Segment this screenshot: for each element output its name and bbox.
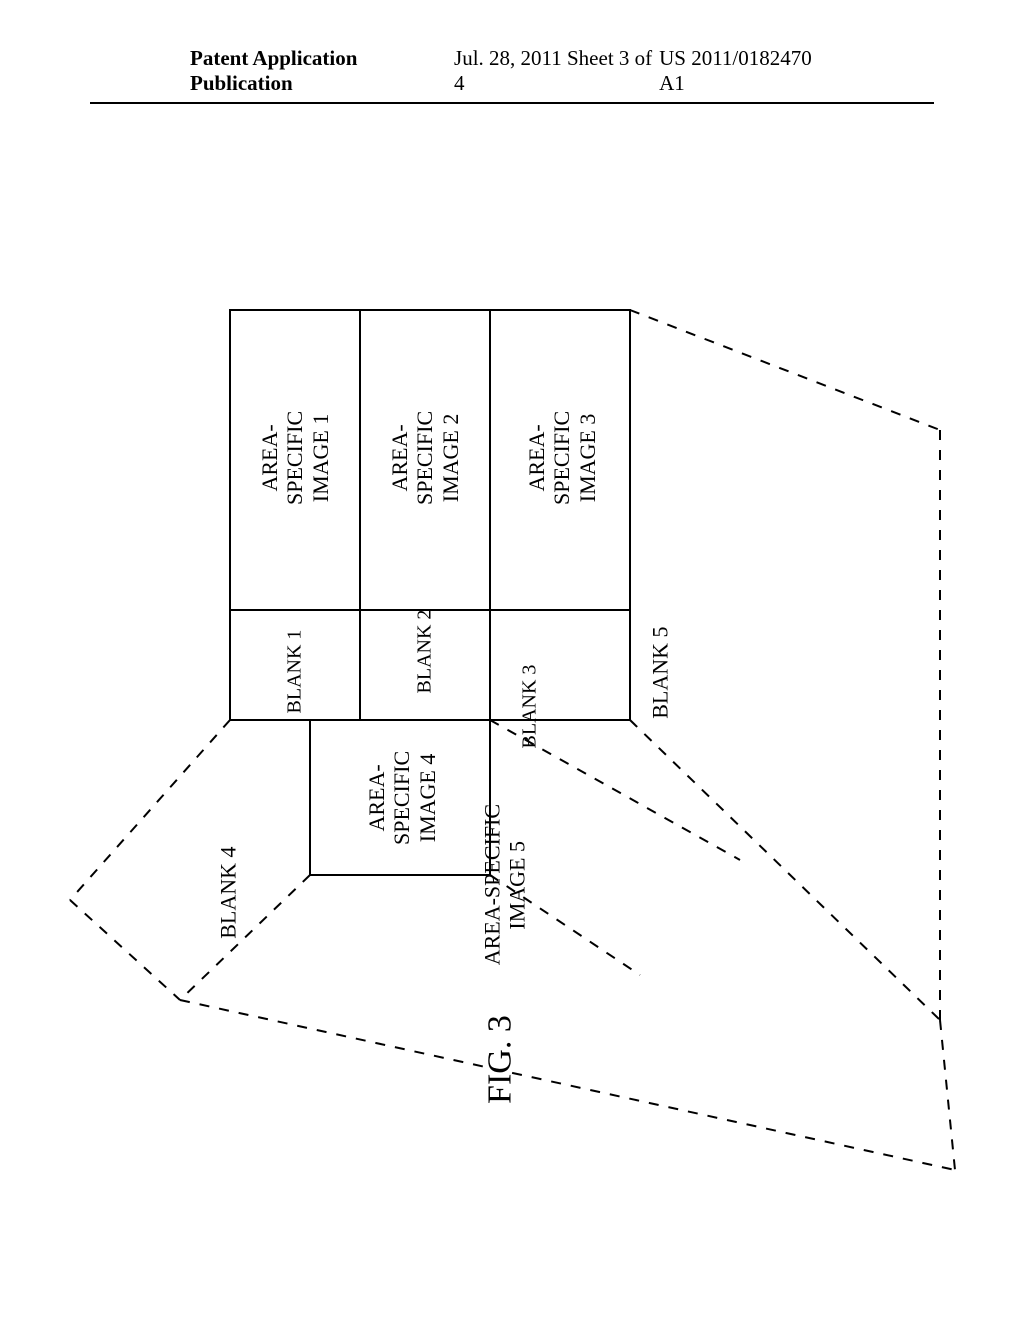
label-area4: AREA-SPECIFICIMAGE 4 — [364, 748, 440, 848]
header-publication: Patent Application Publication — [190, 46, 454, 96]
label-blank2: BLANK 2 — [414, 597, 437, 707]
label-blank1: BLANK 1 — [284, 617, 307, 727]
label-blank5: BLANK 5 — [647, 613, 672, 733]
label-blank3: BLANK 3 — [519, 652, 542, 762]
label-blank4: BLANK 4 — [215, 833, 240, 953]
label-area2: AREA-SPECIFICIMAGE 2 — [387, 408, 463, 508]
label-area1: AREA-SPECIFICIMAGE 1 — [257, 408, 333, 508]
figure-3: AREA-SPECIFICIMAGE 1 AREA-SPECIFICIMAGE … — [0, 120, 1024, 1220]
label-area3: AREA-SPECIFICIMAGE 3 — [524, 408, 600, 508]
label-area5: AREA-SPECIFICIMAGE 5 — [480, 805, 531, 965]
page-header: Patent Application Publication Jul. 28, … — [90, 46, 934, 104]
figure-caption: FIG. 3 — [480, 990, 519, 1130]
header-docnum: US 2011/0182470 A1 — [659, 46, 834, 96]
header-sheet: Jul. 28, 2011 Sheet 3 of 4 — [454, 46, 659, 96]
